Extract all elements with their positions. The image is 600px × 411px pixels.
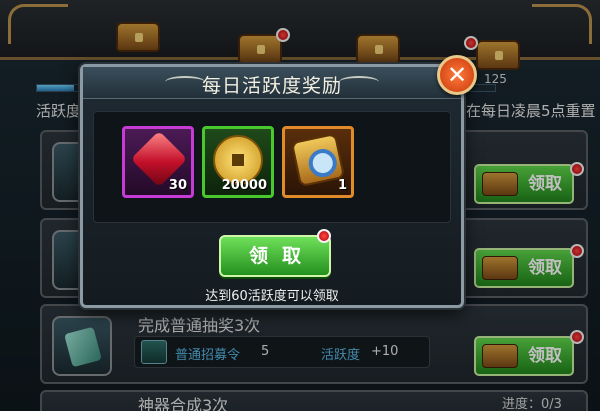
reward-quantity: 20000 [221, 178, 267, 193]
reward-quantity: 30 [168, 178, 187, 193]
daily-activity-reward-dialog: 每日活跃度奖励 ✕ 30 20000 1 领取 达到60活跃度可以领取 [80, 55, 477, 308]
notification-dot-icon [317, 229, 331, 243]
claim-reward-button[interactable]: 领取 [219, 235, 331, 277]
reward-slot-token[interactable]: 1 [282, 126, 354, 198]
reward-quantity: 1 [337, 178, 347, 193]
close-icon: ✕ [446, 61, 468, 89]
dialog-title: 每日活跃度奖励 [201, 75, 342, 97]
dialog-title-bar: 每日活跃度奖励 [83, 67, 461, 99]
reward-slot-gem[interactable]: 30 [122, 126, 194, 198]
cloud-ornament-icon [339, 76, 379, 88]
claim-requirement-text: 达到60活跃度可以领取 [205, 289, 339, 304]
reward-slot-coin[interactable]: 20000 [202, 126, 274, 198]
reward-list: 30 20000 1 [93, 111, 451, 223]
close-button[interactable]: ✕ [437, 55, 477, 95]
